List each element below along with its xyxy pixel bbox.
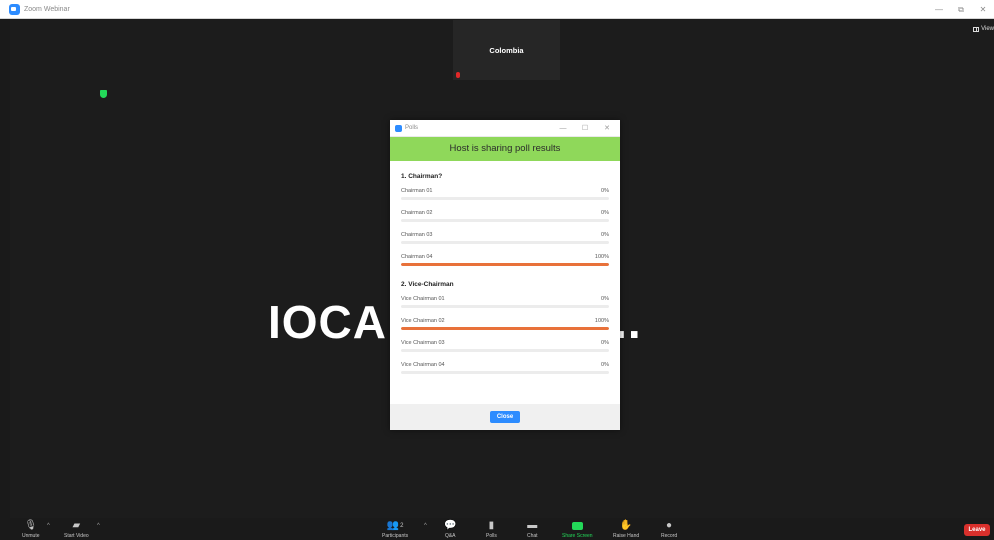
question-title: 1. Chairman? (401, 173, 443, 180)
result-bar-fill (401, 327, 609, 330)
raise-hand-button[interactable]: ✋ Raise Hand (613, 520, 640, 540)
video-off-icon: ▰ (72, 520, 81, 531)
chat-button[interactable]: ▬ Chat (527, 520, 538, 540)
polls-button[interactable]: ▮ Polls (486, 520, 497, 540)
option-percent: 100% (594, 318, 609, 324)
option-label: Chairman 02 (401, 210, 433, 216)
option-label: Chairman 01 (401, 188, 433, 194)
poll-option: Chairman 04 100% (401, 249, 609, 271)
polls-icon: ▮ (488, 520, 495, 531)
option-percent: 0% (601, 210, 609, 216)
raise-hand-label: Raise Hand (613, 533, 640, 539)
close-window-button[interactable]: ✕ (972, 0, 994, 19)
result-bar (401, 327, 609, 330)
start-video-label: Start Video (64, 533, 89, 539)
polls-window-title: Polls (405, 125, 419, 131)
option-percent: 0% (601, 340, 609, 346)
poll-option: Vice Chairman 04 0% (401, 357, 609, 379)
question-title: 2. Vice-Chairman (401, 281, 454, 288)
close-poll-button[interactable]: Close (490, 411, 520, 423)
polls-close-window-button[interactable]: ✕ (596, 120, 618, 137)
restore-button[interactable]: ⧉ (950, 0, 972, 19)
qa-button[interactable]: 💬 Q&A (444, 520, 457, 540)
polls-footer: Close (390, 404, 620, 430)
audio-options-chevron-icon[interactable]: ^ (47, 523, 50, 529)
polls-title-bar: Polls — ☐ ✕ (390, 120, 620, 137)
view-button[interactable]: View (973, 26, 994, 32)
poll-option: Vice Chairman 01 0% (401, 291, 609, 313)
window-controls: — ⧉ ✕ (928, 0, 994, 19)
participants-label: Participants (382, 533, 409, 539)
qa-label: Q&A (444, 533, 456, 539)
raise-hand-icon: ✋ (619, 520, 633, 531)
unmute-label: Unmute (22, 533, 40, 539)
poll-status-banner: Host is sharing poll results (390, 137, 620, 161)
option-percent: 0% (601, 362, 609, 368)
chat-label: Chat (527, 533, 538, 539)
poll-option: Chairman 01 0% (401, 183, 609, 205)
minimize-button[interactable]: — (928, 0, 950, 19)
option-label: Chairman 03 (401, 232, 433, 238)
thumbnail-name: Colombia (489, 46, 524, 55)
polls-window-controls: — ☐ ✕ (552, 120, 618, 137)
result-bar (401, 197, 609, 200)
video-options-chevron-icon[interactable]: ^ (97, 523, 100, 529)
participants-chevron-icon[interactable]: ^ (424, 523, 427, 529)
participants-button[interactable]: 👥 2 Participants (382, 520, 409, 540)
muted-mic-icon (456, 72, 460, 78)
qa-icon: 💬 (444, 520, 457, 531)
option-label: Vice Chairman 01 (401, 296, 445, 302)
record-icon: ● (666, 520, 673, 531)
start-video-button[interactable]: ▰ Start Video (64, 520, 89, 540)
muted-mic-icon: 🎙 (24, 520, 38, 531)
result-bar (401, 241, 609, 244)
chat-icon: ▬ (527, 520, 538, 531)
poll-option: Chairman 02 0% (401, 205, 609, 227)
window-title: Zoom Webinar (24, 5, 70, 13)
meeting-toolbar: 🎙 Unmute ^ ▰ Start Video ^ 👥 2 Participan… (0, 518, 994, 540)
grid-icon (973, 26, 980, 32)
option-percent: 0% (601, 232, 609, 238)
option-percent: 0% (601, 296, 609, 302)
title-bar: Zoom Webinar — ⧉ ✕ (0, 0, 994, 19)
unmute-button[interactable]: 🎙 Unmute (22, 520, 40, 540)
poll-option: Vice Chairman 03 0% (401, 335, 609, 357)
result-bar (401, 263, 609, 266)
option-percent: 100% (594, 254, 609, 260)
participant-thumbnail[interactable]: Colombia (453, 20, 560, 80)
zoom-webinar-window: Zoom Webinar — ⧉ ✕ View Colombia IOCA Co… (0, 0, 994, 540)
zoom-logo-icon (9, 3, 20, 15)
polls-window: Polls — ☐ ✕ Host is sharing poll results… (390, 120, 620, 430)
security-shield-icon[interactable] (100, 90, 107, 98)
share-screen-icon (571, 521, 583, 531)
record-label: Record (661, 533, 678, 539)
polls-label: Polls (486, 533, 497, 539)
option-label: Chairman 04 (401, 254, 433, 260)
option-label: Vice Chairman 03 (401, 340, 445, 346)
polls-minimize-button[interactable]: — (552, 120, 574, 137)
zoom-logo-icon (395, 124, 402, 132)
result-bar (401, 371, 609, 374)
leave-button[interactable]: Leave (964, 524, 990, 536)
share-screen-label: Share Screen (562, 533, 593, 539)
result-bar (401, 349, 609, 352)
option-label: Vice Chairman 02 (401, 318, 445, 324)
result-bar-fill (401, 263, 609, 266)
option-label: Vice Chairman 04 (401, 362, 445, 368)
result-bar (401, 305, 609, 308)
option-percent: 0% (601, 188, 609, 194)
poll-results-body: 1. Chairman? Chairman 01 0% Chairman 02 … (390, 171, 620, 379)
polls-maximize-button[interactable]: ☐ (574, 120, 596, 137)
share-screen-button[interactable]: Share Screen (562, 521, 593, 539)
poll-option: Vice Chairman 02 100% (401, 313, 609, 335)
result-bar (401, 219, 609, 222)
record-button[interactable]: ● Record (661, 520, 678, 540)
participants-icon: 👥 2 (386, 520, 404, 531)
poll-option: Chairman 03 0% (401, 227, 609, 249)
view-label: View (981, 26, 994, 32)
participant-count: 2 (400, 523, 404, 529)
